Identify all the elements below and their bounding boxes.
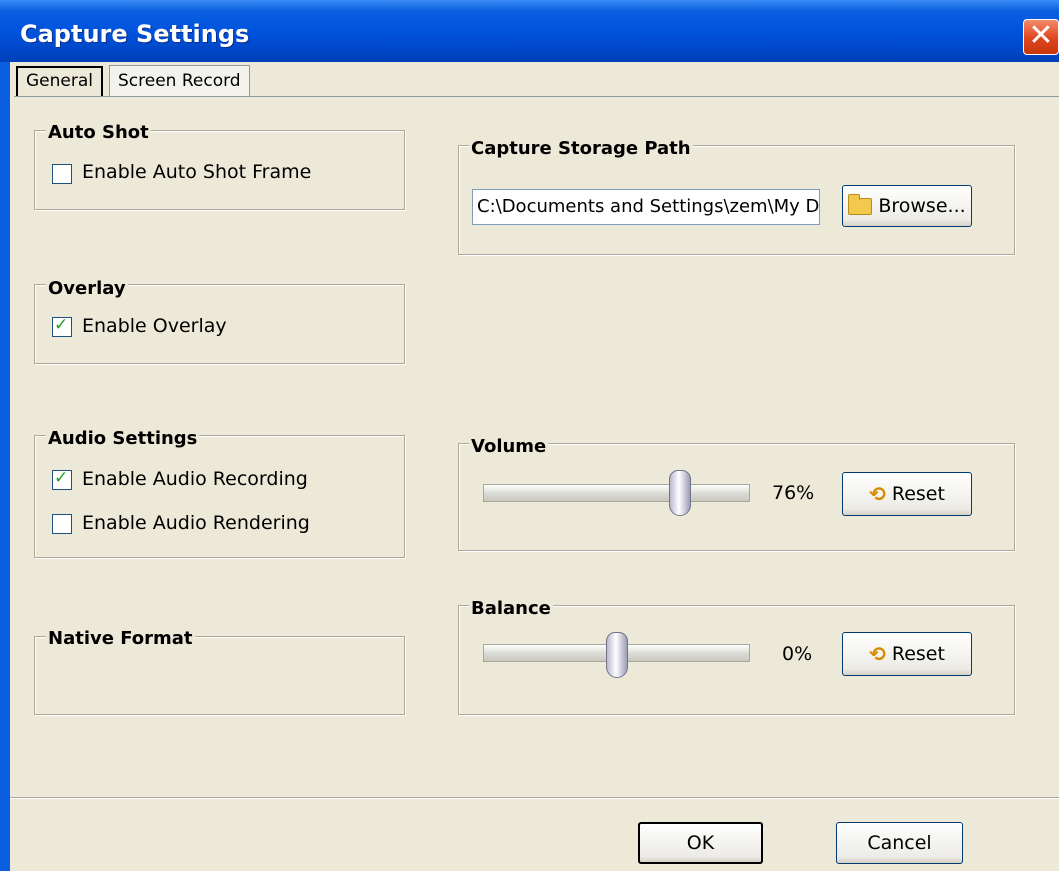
auto-shot-legend: Auto Shot [46, 122, 151, 143]
auto-shot-checkbox[interactable] [52, 164, 72, 184]
reset-icon: ⟲ [869, 642, 886, 666]
volume-slider-thumb[interactable] [669, 470, 692, 516]
cancel-button[interactable]: Cancel [836, 822, 963, 864]
overlay-checkbox[interactable] [52, 315, 72, 337]
close-button[interactable]: ✕ [1023, 19, 1059, 55]
balance-reset-label: Reset [891, 643, 945, 665]
overlay-label[interactable]: Enable Overlay [82, 315, 227, 337]
balance-slider-thumb[interactable] [605, 632, 628, 678]
native-format-legend: Native Format [46, 628, 195, 649]
folder-icon [848, 193, 873, 215]
balance-legend: Balance [469, 598, 553, 619]
auto-shot-label[interactable]: Enable Auto Shot Frame [82, 161, 311, 183]
audio-settings-legend: Audio Settings [46, 428, 200, 449]
close-icon: ✕ [1028, 18, 1054, 53]
storage-path-legend: Capture Storage Path [469, 138, 693, 159]
ok-button[interactable]: OK [638, 822, 763, 864]
audio-recording-checkbox[interactable] [52, 468, 72, 490]
volume-slider-track[interactable] [483, 484, 750, 502]
volume-legend: Volume [469, 436, 549, 457]
footer-separator [10, 797, 1059, 799]
capture-settings-dialog: Capture Settings ✕ General Screen Record… [0, 0, 1059, 871]
browse-button[interactable]: Browse... [842, 185, 972, 227]
audio-recording-label[interactable]: Enable Audio Recording [82, 468, 308, 490]
storage-path-input[interactable]: C:\Documents and Settings\zem\My D [472, 189, 820, 225]
window-title: Capture Settings [20, 20, 250, 48]
reset-icon: ⟲ [869, 482, 886, 506]
balance-reset-button[interactable]: ⟲ Reset [842, 632, 972, 676]
window-frame-left [0, 62, 10, 871]
audio-rendering-checkbox[interactable] [52, 514, 72, 534]
browse-button-label: Browse... [878, 195, 966, 217]
audio-rendering-label[interactable]: Enable Audio Rendering [82, 512, 310, 534]
overlay-legend: Overlay [46, 278, 128, 299]
volume-reset-button[interactable]: ⟲ Reset [842, 472, 972, 516]
tab-general[interactable]: General [16, 66, 103, 96]
audio-settings-group [34, 435, 405, 558]
tab-screen-record[interactable]: Screen Record [109, 65, 250, 97]
tab-strip-divider [14, 96, 1059, 97]
balance-percent: 0% [782, 643, 813, 665]
volume-percent: 76% [772, 482, 815, 504]
volume-reset-label: Reset [891, 483, 945, 505]
title-bar[interactable]: Capture Settings ✕ [0, 0, 1059, 62]
